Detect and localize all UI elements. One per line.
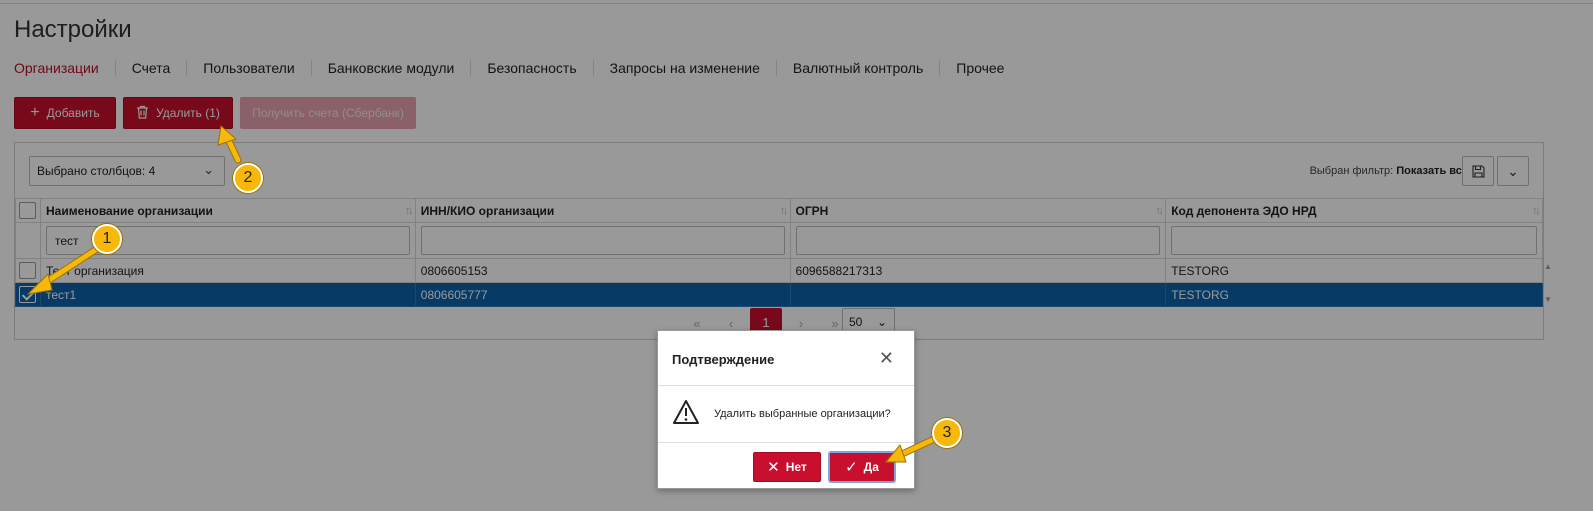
callout-badge-2: 2 bbox=[233, 163, 263, 193]
dialog-header: Подтверждение ✕ bbox=[658, 331, 914, 386]
close-icon[interactable]: ✕ bbox=[879, 348, 894, 369]
dialog-message: Удалить выбранные организации? bbox=[714, 408, 891, 420]
warning-icon bbox=[672, 399, 700, 430]
confirm-dialog: Подтверждение ✕ Удалить выбранные органи… bbox=[657, 330, 915, 489]
yes-button[interactable]: ✓ Да bbox=[828, 451, 896, 483]
close-icon: ✕ bbox=[767, 459, 780, 476]
dialog-title: Подтверждение bbox=[672, 352, 775, 367]
callout-badge-1: 1 bbox=[92, 224, 122, 254]
yes-button-label: Да bbox=[863, 460, 879, 474]
callout-badge-3: 3 bbox=[932, 418, 962, 448]
check-icon: ✓ bbox=[845, 459, 858, 476]
no-button[interactable]: ✕ Нет bbox=[753, 452, 821, 482]
dialog-body: Удалить выбранные организации? bbox=[658, 387, 914, 443]
no-button-label: Нет bbox=[785, 460, 807, 474]
